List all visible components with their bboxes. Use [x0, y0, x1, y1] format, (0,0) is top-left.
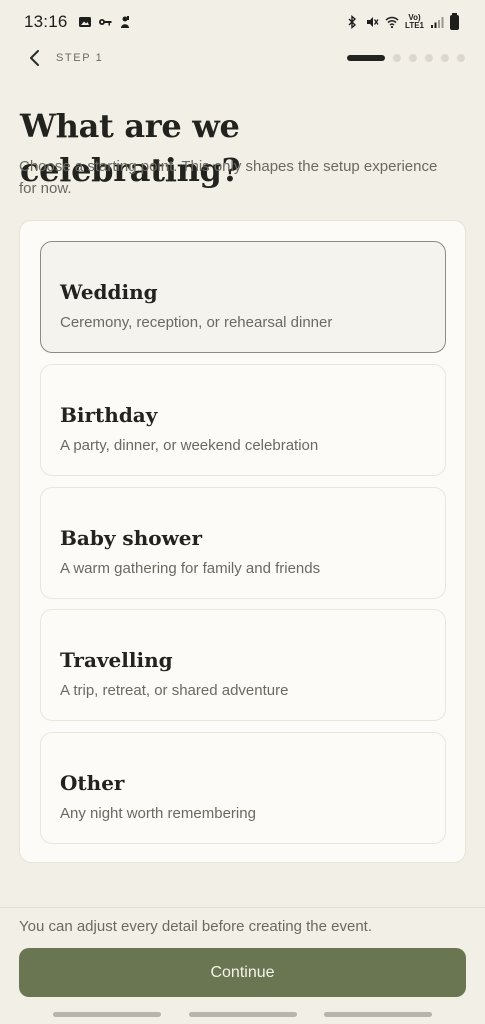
status-bar: 13:16 Vo) LTE1 — [0, 0, 485, 44]
option-title: Wedding — [60, 280, 158, 304]
key-icon — [98, 15, 112, 29]
option-description: A trip, retreat, or shared adventure — [60, 682, 289, 699]
progress-step — [457, 54, 465, 62]
option-wedding[interactable]: Wedding Ceremony, reception, or rehearsa… — [40, 241, 446, 353]
home-nav-handle[interactable] — [189, 1012, 297, 1017]
back-nav-handle[interactable] — [324, 1012, 432, 1017]
volte-indicator: Vo) LTE1 — [405, 14, 424, 30]
bluetooth-icon — [345, 15, 359, 29]
status-left: 13:16 — [24, 12, 132, 32]
battery-icon — [450, 12, 459, 30]
signal-icon — [430, 15, 444, 29]
option-title: Birthday — [60, 403, 158, 427]
footer-note: You can adjust every detail before creat… — [19, 918, 373, 935]
option-title: Other — [60, 771, 125, 795]
top-navigation: STEP 1 — [0, 44, 485, 72]
option-description: A party, dinner, or weekend celebration — [60, 437, 319, 454]
option-other[interactable]: Other Any night worth remembering — [40, 732, 446, 844]
option-baby-shower[interactable]: Baby shower A warm gathering for family … — [40, 487, 446, 599]
app-notification-icon — [118, 15, 132, 29]
progress-step — [393, 54, 401, 62]
step-label: STEP 1 — [56, 52, 104, 64]
page-subtitle: Choose a starting point. This only shape… — [19, 158, 438, 197]
option-description: A warm gathering for family and friends — [60, 560, 321, 577]
system-navigation-bar — [0, 1012, 485, 1018]
back-button[interactable] — [24, 47, 46, 69]
mute-icon — [365, 15, 379, 29]
status-time: 13:16 — [24, 12, 68, 31]
option-title: Baby shower — [60, 526, 203, 550]
status-right: Vo) LTE1 — [345, 12, 459, 30]
footer-divider — [0, 907, 485, 908]
wifi-icon — [385, 15, 399, 29]
progress-step — [441, 54, 449, 62]
continue-button[interactable]: Continue — [19, 948, 466, 997]
celebration-options-card: Wedding Ceremony, reception, or rehearsa… — [19, 220, 466, 863]
recents-nav-handle[interactable] — [53, 1012, 161, 1017]
step-progress-indicator — [347, 54, 465, 62]
option-birthday[interactable]: Birthday A party, dinner, or weekend cel… — [40, 364, 446, 476]
option-travelling[interactable]: Travelling A trip, retreat, or shared ad… — [40, 609, 446, 721]
option-description: Ceremony, reception, or rehearsal dinner — [60, 314, 333, 331]
screen: 13:16 Vo) LTE1 STEP 1 What are we celebr… — [0, 0, 485, 1024]
lte-label: LTE1 — [405, 21, 424, 30]
image-icon — [78, 15, 92, 29]
chevron-left-icon — [30, 50, 39, 66]
option-description: Any night worth remembering — [60, 805, 256, 822]
progress-step-active — [347, 55, 385, 61]
option-title: Travelling — [60, 648, 173, 672]
progress-step — [409, 54, 417, 62]
progress-step — [425, 54, 433, 62]
